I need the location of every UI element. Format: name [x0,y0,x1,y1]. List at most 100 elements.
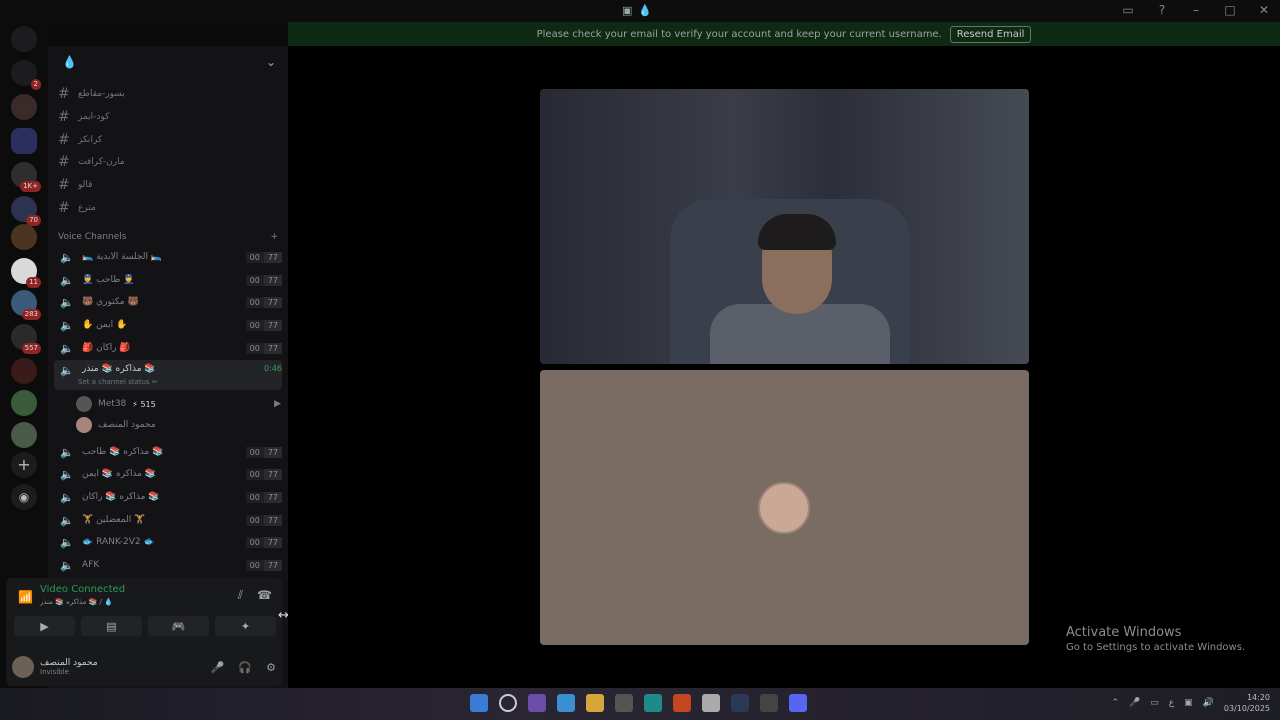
discord-home-icon[interactable] [11,26,37,52]
user-count: 00 77 [245,468,282,480]
channel-name: مذاكره 📚 ايمن 📚 [82,469,157,479]
unread-badge: 1K+ [20,181,41,192]
microphone-icon[interactable]: 🎤 [1129,698,1140,708]
text-channel[interactable]: # مترع [58,198,286,218]
server-icon[interactable]: 557 [11,324,41,354]
connection-channel[interactable]: مذاكره 📚 منذر 📚 / 💧 [40,598,113,606]
avatar [76,417,92,433]
voice-channel[interactable]: 🔈 👮 طاحب 👮 00 77 [54,270,282,290]
search-icon[interactable] [499,694,517,712]
soundboard-button[interactable]: ✦ [215,616,276,636]
app-icon[interactable] [702,694,720,712]
resend-email-button[interactable]: Resend Email [949,25,1032,43]
text-channel[interactable]: # بسور-مقاطع [58,84,286,104]
voice-channel[interactable]: 🔈 🐟 RANK-2V2 🐟 00 77 [54,532,282,552]
video-tile-camera[interactable] [540,89,1029,364]
edge-icon[interactable] [644,694,662,712]
channel-name: 🎒 راكان 🎒 [82,343,131,353]
discord-icon[interactable] [789,694,807,712]
disconnect-icon[interactable]: ☎ [257,588,272,603]
text-channel[interactable]: # قالو [58,175,286,195]
folder-icon[interactable] [11,128,37,154]
avatar-icon: ▣ [622,4,633,17]
help-icon[interactable]: ? [1154,3,1170,17]
server-icon[interactable] [11,422,37,448]
window-controls: ▭ ? – □ ✕ [1120,3,1272,17]
text-channel[interactable]: # كرانكز [58,130,286,150]
channel-name: قالو [78,180,93,190]
voice-channel[interactable]: 🔈 مذاكره 📚 طاحب 📚 00 77 [54,442,282,462]
store-icon[interactable] [615,694,633,712]
hash-icon: # [58,154,70,170]
noise-suppression-icon[interactable]: ⫽ [238,588,243,603]
unread-badge: 283 [21,309,41,320]
app-icon[interactable] [760,694,778,712]
server-header[interactable]: 💧 ⌄ [48,46,288,78]
server-icon[interactable]: 2 [11,60,41,90]
screen-share-button[interactable]: ▤ [81,616,142,636]
start-icon[interactable] [470,694,488,712]
banner-message: Please check your email to verify your a… [536,28,942,40]
channel-status[interactable]: Set a channel status ✏ [78,378,158,386]
display-icon[interactable]: ▭ [1150,698,1159,708]
voice-channel[interactable]: 🔈 🏋 المعضلين 🏋 00 77 [54,510,282,530]
voice-user[interactable]: Met38 ⚡ 515 ▶ [76,394,281,414]
network-icon[interactable]: ▣ [1184,698,1193,708]
server-icon[interactable]: 283 [11,290,41,320]
brave-icon[interactable] [673,694,691,712]
app-icon[interactable] [528,694,546,712]
speaker-icon: 🔈 [60,535,74,549]
active-voice-channel[interactable]: 🔈 مذاكره 📚 منذر 📚 0:46 Set a channel sta… [54,360,282,390]
minimize-button[interactable]: – [1188,3,1204,17]
voice-channel[interactable]: 🔈 مذاكره 📚 راكان 📚 00 77 [54,487,282,507]
gear-icon[interactable]: ⚙ [266,661,276,674]
camera-off-button[interactable]: ▶ [14,616,75,636]
voice-channel[interactable]: 🔈 مذاكره 📚 ايمن 📚 00 77 [54,464,282,484]
unread-badge: 557 [21,343,41,354]
hash-icon: # [58,200,70,216]
language-indicator[interactable]: ع [1169,698,1174,708]
clock[interactable]: 14:20 03/10/2025 [1224,692,1270,714]
server-icon[interactable] [11,224,37,250]
channel-name: مذاكره 📚 منذر 📚 [82,364,156,374]
headphones-icon[interactable]: 🎧 [238,661,252,674]
add-channel-icon[interactable]: + [270,232,278,242]
volume-icon[interactable]: 🔊 [1203,698,1214,708]
system-tray: ⌃ 🎤 ▭ ع ▣ 🔊 14:20 03/10/2025 [1112,692,1271,714]
voice-user[interactable]: محمود المنصف [76,415,281,435]
title-bar-center: ▣ 💧 [622,4,652,17]
voice-channel[interactable]: 🔈 ✋ ايمن ✋ 00 77 [54,315,282,335]
speaker-icon: 🔈 [60,295,74,309]
inbox-icon[interactable]: ▭ [1120,3,1136,17]
voice-channel[interactable]: 🔈 🛌 الجلسة الابدية 🛌 00 77 [54,247,282,267]
steam-icon[interactable] [731,694,749,712]
microphone-icon[interactable]: 🎤 [211,661,225,674]
chevron-up-icon[interactable]: ⌃ [1112,698,1120,708]
folder-icon[interactable] [586,694,604,712]
text-channel[interactable]: # مارن-كرافت [58,152,286,172]
camera-person-hair [758,214,836,250]
voice-category[interactable]: Voice Channels + [58,232,278,242]
user-count: 00 77 [245,536,282,548]
close-button[interactable]: ✕ [1256,3,1272,17]
maximize-button[interactable]: □ [1222,3,1238,17]
discover-icon[interactable]: ◉ [11,484,37,510]
server-icon[interactable]: 11 [11,258,41,288]
video-tile-avatar[interactable] [540,370,1029,645]
server-icon[interactable] [11,358,37,384]
avatar[interactable] [12,656,34,678]
server-icon[interactable]: 70 [11,196,41,226]
voice-channel[interactable]: 🔈 🎒 راكان 🎒 00 77 [54,338,282,358]
server-icon[interactable] [11,390,37,416]
activity-button[interactable]: 🎮 [148,616,209,636]
user-count: 00 77 [245,274,282,286]
voice-channel[interactable]: 🔈 AFK 00 77 [54,555,282,575]
copilot-icon[interactable] [557,694,575,712]
server-icon[interactable]: 1K+ [11,162,41,192]
text-channel[interactable]: # كود-ايمز [58,107,286,127]
connection-status[interactable]: Video Connected [40,584,125,595]
server-icon[interactable] [11,94,37,120]
add-server-icon[interactable]: + [11,452,37,478]
speaker-icon: 🔈 [60,273,74,287]
voice-channel[interactable]: 🔈 🐻 مكتوري 🐻 00 77 [54,292,282,312]
